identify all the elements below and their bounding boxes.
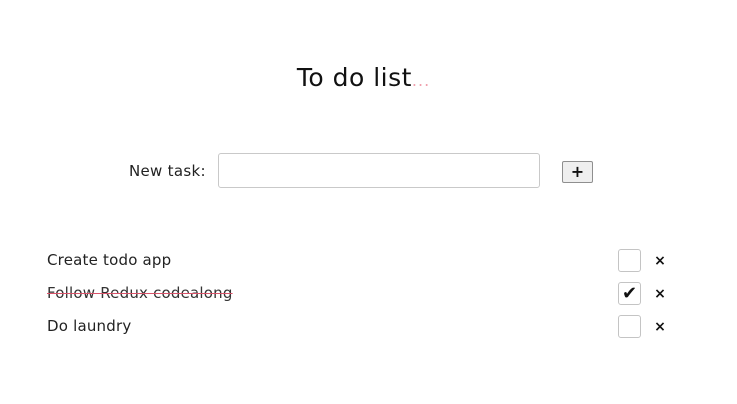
new-task-input[interactable] [218, 153, 540, 188]
close-icon[interactable]: × [653, 286, 667, 302]
page-title-text: To do list [296, 63, 412, 92]
add-task-button[interactable]: + [562, 161, 593, 183]
task-checkbox[interactable]: ✔ [618, 282, 641, 305]
task-checkbox[interactable] [618, 249, 641, 272]
close-icon[interactable]: × [653, 319, 667, 335]
task-label: Create todo app [47, 251, 172, 269]
task-row: Create todo app × [0, 246, 737, 276]
new-task-label: New task: [129, 162, 206, 180]
task-checkbox[interactable] [618, 315, 641, 338]
close-icon[interactable]: × [653, 253, 667, 269]
task-row: Follow Redux codealong ✔ × [0, 279, 737, 309]
page-title: To do list... [0, 58, 727, 101]
task-label: Do laundry [47, 317, 132, 335]
page-title-dots: ... [411, 71, 431, 90]
check-icon: ✔ [622, 283, 638, 304]
task-row: Do laundry × [0, 312, 737, 342]
task-label: Follow Redux codealong [47, 284, 233, 302]
